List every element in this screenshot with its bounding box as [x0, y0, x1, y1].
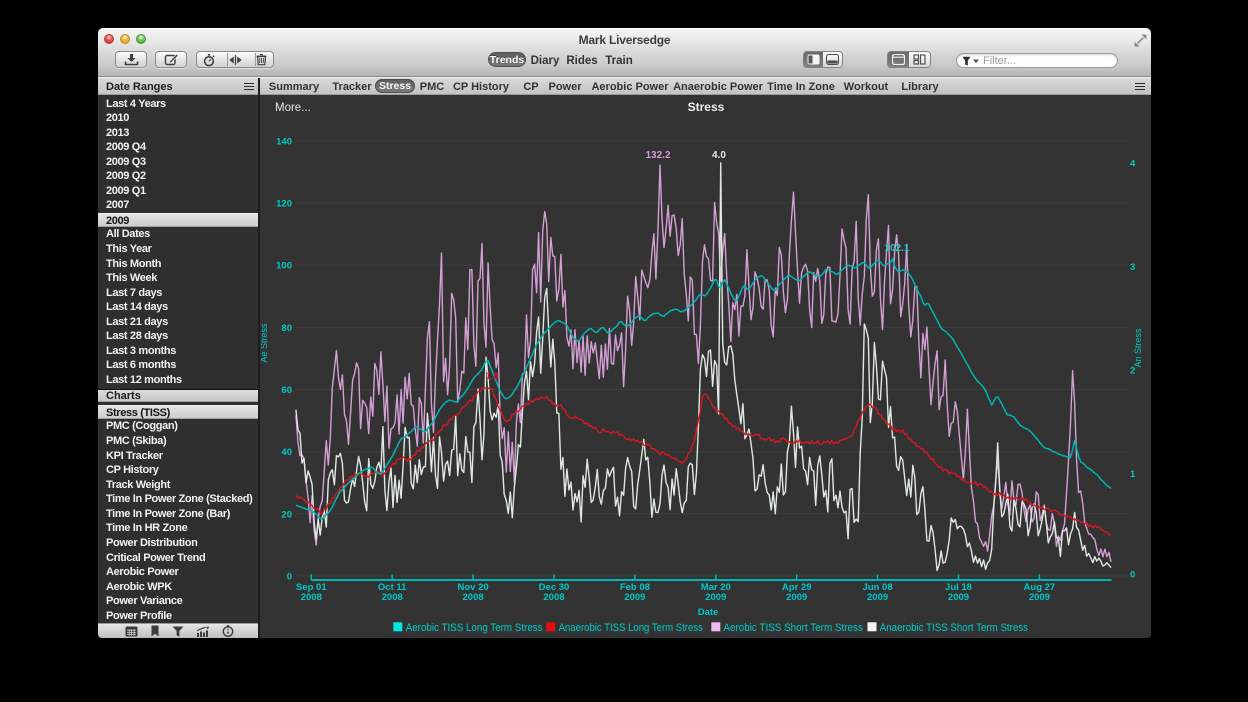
- svg-text:3: 3: [1130, 262, 1135, 273]
- svg-text:Stress: Stress: [688, 100, 725, 114]
- svg-text:2009: 2009: [624, 592, 645, 603]
- svg-text:2008: 2008: [382, 592, 403, 603]
- svg-text:Anaerobic TISS Long Term Stres: Anaerobic TISS Long Term Stress: [559, 622, 704, 634]
- svg-text:140: 140: [276, 136, 292, 147]
- svg-text:100: 100: [276, 261, 292, 272]
- svg-text:More...: More...: [275, 102, 311, 114]
- svg-text:2009: 2009: [786, 592, 807, 603]
- svg-text:Aerobic TISS Short Term Stress: Aerobic TISS Short Term Stress: [723, 622, 863, 634]
- svg-text:0: 0: [1130, 570, 1135, 581]
- svg-text:0: 0: [287, 572, 292, 583]
- svg-text:80: 80: [281, 323, 292, 334]
- svg-text:1.8: 1.8: [486, 371, 499, 381]
- svg-text:An Stress: An Stress: [1133, 328, 1143, 368]
- svg-text:2008: 2008: [463, 592, 484, 603]
- svg-text:Date: Date: [698, 607, 719, 618]
- svg-text:20: 20: [281, 509, 292, 520]
- svg-text:132.2: 132.2: [645, 150, 670, 161]
- svg-text:Ae Stress: Ae Stress: [261, 323, 269, 363]
- svg-text:2009: 2009: [948, 592, 969, 603]
- svg-text:2008: 2008: [301, 592, 322, 603]
- svg-text:2008: 2008: [543, 592, 564, 603]
- svg-text:102.1: 102.1: [884, 243, 909, 254]
- svg-text:1: 1: [1130, 469, 1136, 480]
- svg-text:Aerobic TISS Long Term Stress: Aerobic TISS Long Term Stress: [406, 622, 543, 634]
- svg-text:2009: 2009: [867, 592, 888, 603]
- svg-text:60: 60: [281, 385, 292, 396]
- svg-text:40: 40: [281, 447, 292, 458]
- svg-text:2009: 2009: [705, 592, 726, 603]
- svg-text:4.0: 4.0: [712, 150, 726, 161]
- svg-text:Anaerobic TISS Short Term Stre: Anaerobic TISS Short Term Stress: [880, 622, 1029, 634]
- svg-text:2009: 2009: [1029, 592, 1050, 603]
- svg-text:120: 120: [276, 199, 292, 210]
- svg-text:4: 4: [1130, 159, 1136, 170]
